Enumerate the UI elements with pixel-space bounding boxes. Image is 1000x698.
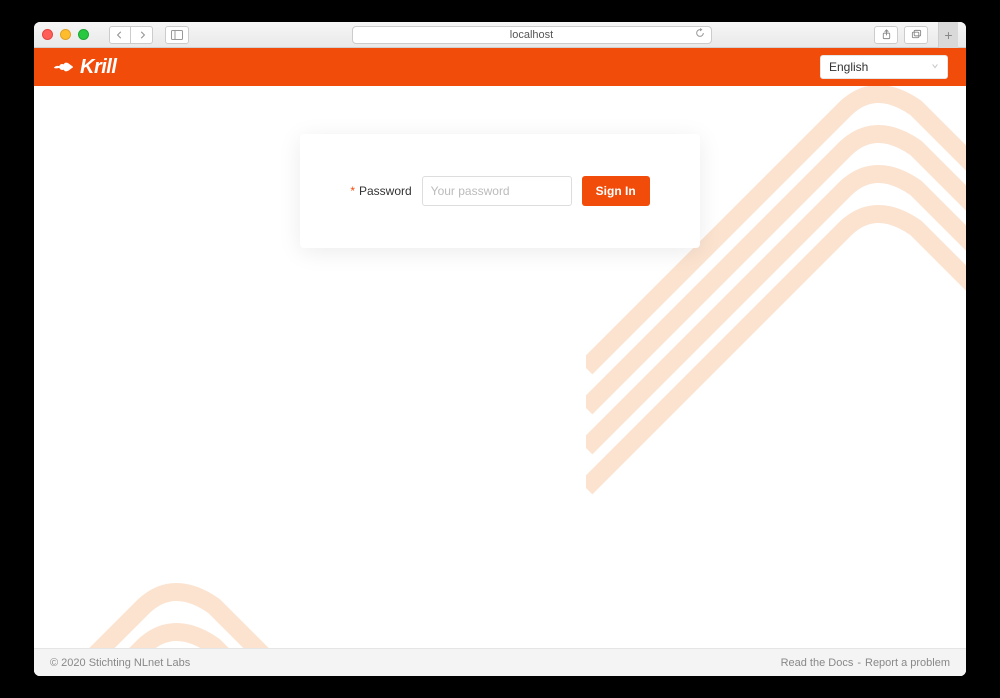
browser-nav-buttons <box>109 26 153 44</box>
copyright-text: © 2020 Stichting NLnet Labs <box>50 657 190 669</box>
app-header: Krill English <box>34 48 966 86</box>
language-selected: English <box>829 60 868 74</box>
window-minimize-button[interactable] <box>60 29 71 40</box>
krill-icon <box>52 60 74 74</box>
login-card: * Password Sign In <box>300 134 700 248</box>
address-text: localhost <box>510 29 553 41</box>
password-input[interactable] <box>422 176 572 206</box>
address-bar[interactable]: localhost <box>352 26 712 44</box>
report-problem-link[interactable]: Report a problem <box>865 657 950 669</box>
sign-in-button[interactable]: Sign In <box>582 176 650 206</box>
window-controls <box>42 29 89 40</box>
app-viewport: Krill English * Password Sign <box>34 48 966 676</box>
footer-separator: - <box>857 657 861 669</box>
browser-titlebar: localhost + <box>34 22 966 48</box>
footer-links: Read the Docs - Report a problem <box>781 657 950 669</box>
password-label-text: Password <box>359 184 412 198</box>
back-button[interactable] <box>109 26 131 44</box>
share-button[interactable] <box>874 26 898 44</box>
browser-window: localhost + <box>34 22 966 676</box>
window-zoom-button[interactable] <box>78 29 89 40</box>
forward-button[interactable] <box>131 26 153 44</box>
toolbar-right <box>874 26 928 44</box>
main-area: * Password Sign In <box>34 86 966 648</box>
app-footer: © 2020 Stichting NLnet Labs Read the Doc… <box>34 648 966 676</box>
password-label: * Password <box>350 184 411 198</box>
chevron-down-icon <box>931 62 939 73</box>
sidebar-toggle-button[interactable] <box>165 26 189 44</box>
language-selector[interactable]: English <box>820 55 948 79</box>
reload-icon[interactable] <box>695 28 705 41</box>
required-mark: * <box>350 184 355 198</box>
tabs-button[interactable] <box>904 26 928 44</box>
brand-logo: Krill <box>52 56 116 79</box>
read-the-docs-link[interactable]: Read the Docs <box>781 657 854 669</box>
new-tab-button[interactable]: + <box>938 22 958 48</box>
window-close-button[interactable] <box>42 29 53 40</box>
brand-text: Krill <box>80 56 116 79</box>
